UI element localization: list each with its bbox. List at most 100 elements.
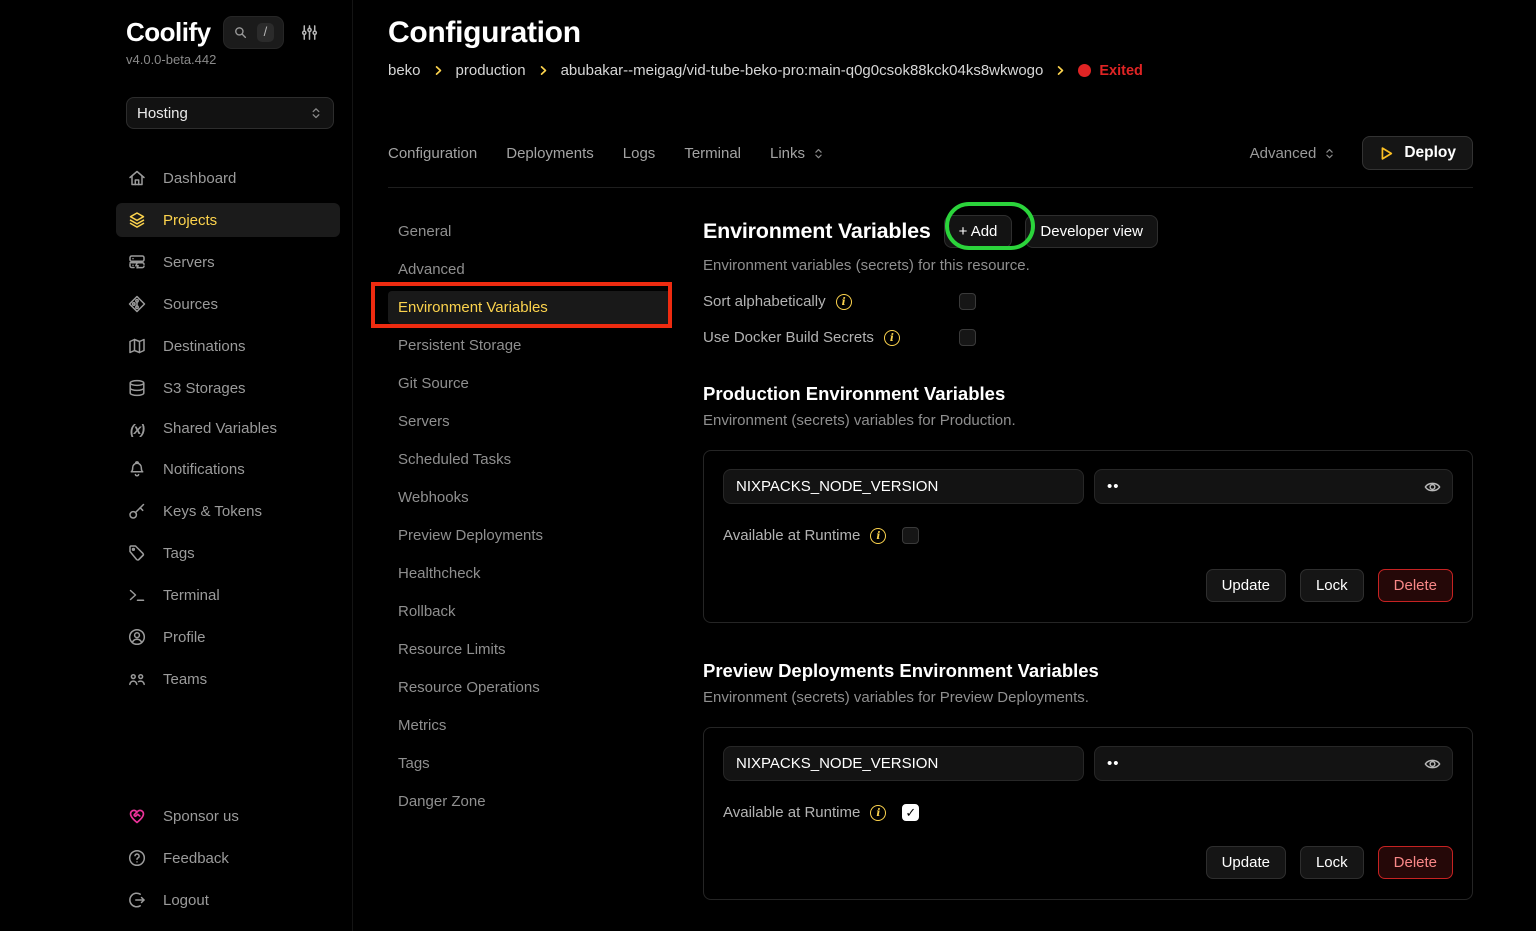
tag-icon: [126, 543, 148, 563]
subnav-item-git-source[interactable]: Git Source: [388, 367, 672, 400]
subnav-item-metrics[interactable]: Metrics: [388, 709, 672, 742]
card-buttons: Update Lock Delete: [723, 846, 1453, 879]
option-label: Use Docker Build Secrets: [703, 329, 959, 346]
advanced-dropdown[interactable]: Advanced: [1250, 145, 1337, 162]
sidebar-item-profile[interactable]: Profile: [116, 620, 340, 654]
sidebar-item-teams[interactable]: Teams: [116, 662, 340, 696]
info-icon: [836, 294, 852, 310]
breadcrumb-environment[interactable]: production: [456, 62, 526, 79]
developer-view-button[interactable]: Developer view: [1025, 215, 1158, 248]
sidebar-item-terminal[interactable]: Terminal: [116, 578, 340, 612]
subnav-item-servers[interactable]: Servers: [388, 405, 672, 438]
help-circle-icon: [126, 848, 148, 868]
server-icon: [126, 252, 148, 272]
available-at-runtime-checkbox[interactable]: [902, 527, 919, 544]
subnav-item-resource-operations[interactable]: Resource Operations: [388, 671, 672, 704]
breadcrumb-resource[interactable]: abubakar--meigag/vid-tube-beko-pro:main-…: [561, 62, 1044, 79]
available-at-runtime-label: Available at Runtime: [723, 804, 860, 821]
chevron-updown-icon: [812, 147, 825, 160]
subnav-item-environment-variables[interactable]: Environment Variables: [388, 291, 672, 324]
sidebar-item-label: Sources: [163, 296, 218, 313]
breadcrumb-team[interactable]: beko: [388, 62, 421, 79]
sidebar-item-notifications[interactable]: Notifications: [116, 452, 340, 486]
env-key-input[interactable]: [723, 746, 1084, 781]
sidebar-item-sponsor-us[interactable]: Sponsor us: [116, 799, 340, 833]
deploy-button[interactable]: Deploy: [1362, 136, 1473, 170]
subnav-item-general[interactable]: General: [388, 215, 672, 248]
delete-button[interactable]: Delete: [1378, 846, 1453, 879]
tab-links[interactable]: Links: [770, 145, 825, 162]
team-select[interactable]: Hosting: [126, 97, 334, 129]
delete-button[interactable]: Delete: [1378, 569, 1453, 602]
subnav-item-scheduled-tasks[interactable]: Scheduled Tasks: [388, 443, 672, 476]
eye-icon: [1423, 477, 1442, 496]
tab-deployments[interactable]: Deployments: [506, 145, 594, 162]
reveal-value-button[interactable]: [1423, 754, 1442, 773]
subnav-item-resource-limits[interactable]: Resource Limits: [388, 633, 672, 666]
content-body: General Advanced Environment Variables P…: [388, 188, 1473, 931]
sidebar-item-label: Tags: [163, 545, 195, 562]
subnav-item-advanced[interactable]: Advanced: [388, 253, 672, 286]
tab-logs[interactable]: Logs: [623, 145, 656, 162]
info-icon: [884, 330, 900, 346]
subnav-item-preview-deployments[interactable]: Preview Deployments: [388, 519, 672, 552]
settings-sliders-button[interactable]: [300, 23, 319, 42]
docker-build-secrets-label: Use Docker Build Secrets: [703, 329, 874, 346]
sidebar-item-logout[interactable]: Logout: [116, 883, 340, 917]
preview-section-subtitle: Environment (secrets) variables for Prev…: [703, 689, 1473, 706]
update-button[interactable]: Update: [1206, 569, 1286, 602]
subnav-item-persistent-storage[interactable]: Persistent Storage: [388, 329, 672, 362]
env-value-input[interactable]: [1094, 469, 1453, 504]
sort-alphabetically-checkbox[interactable]: [959, 293, 976, 310]
heart-handshake-icon: [126, 806, 148, 826]
subnav-item-webhooks[interactable]: Webhooks: [388, 481, 672, 514]
add-variable-button[interactable]: + Add: [944, 215, 1013, 248]
subnav-item-danger-zone[interactable]: Danger Zone: [388, 785, 672, 818]
sidebar-item-s3-storages[interactable]: S3 Storages: [116, 371, 340, 405]
subnav-item-tags[interactable]: Tags: [388, 747, 672, 780]
chevron-updown-icon: [1323, 147, 1336, 160]
tab-configuration[interactable]: Configuration: [388, 145, 477, 162]
sidebar: Coolify / v4.0.0-beta.442 Hosting Dashbo…: [0, 0, 353, 931]
sidebar-item-projects[interactable]: Projects: [116, 203, 340, 237]
sidebar-item-label: Destinations: [163, 338, 246, 355]
tab-terminal[interactable]: Terminal: [684, 145, 741, 162]
search-button[interactable]: /: [223, 16, 285, 49]
sidebar-item-sources[interactable]: Sources: [116, 287, 340, 321]
reveal-value-button[interactable]: [1423, 477, 1442, 496]
card-buttons: Update Lock Delete: [723, 569, 1453, 602]
sidebar-item-label: Keys & Tokens: [163, 503, 262, 520]
sidebar-item-shared-variables[interactable]: Shared Variables: [116, 413, 340, 444]
panel-subtitle: Environment variables (secrets) for this…: [703, 257, 1473, 274]
option-label: Sort alphabetically: [703, 293, 959, 310]
sidebar-item-tags[interactable]: Tags: [116, 536, 340, 570]
sidebar-item-feedback[interactable]: Feedback: [116, 841, 340, 875]
sidebar-item-servers[interactable]: Servers: [116, 245, 340, 279]
available-at-runtime-checkbox[interactable]: [902, 804, 919, 821]
lock-button[interactable]: Lock: [1300, 846, 1364, 879]
sidebar-item-dashboard[interactable]: Dashboard: [116, 161, 340, 195]
update-button[interactable]: Update: [1206, 846, 1286, 879]
variable-icon: [126, 421, 148, 437]
tab-links-label: Links: [770, 145, 805, 162]
map-icon: [126, 336, 148, 356]
subnav-item-rollback[interactable]: Rollback: [388, 595, 672, 628]
lock-button[interactable]: Lock: [1300, 569, 1364, 602]
docker-build-secrets-checkbox[interactable]: [959, 329, 976, 346]
chevron-right-icon: [537, 64, 550, 77]
variable-inputs: [723, 746, 1453, 781]
env-value-input[interactable]: [1094, 746, 1453, 781]
sidebar-item-label: Sponsor us: [163, 808, 239, 825]
subnav-item-healthcheck[interactable]: Healthcheck: [388, 557, 672, 590]
sidebar-item-label: Shared Variables: [163, 420, 277, 437]
available-at-runtime-row: Available at Runtime: [723, 527, 1453, 544]
docker-build-secrets-row: Use Docker Build Secrets: [703, 329, 1473, 346]
sidebar-item-destinations[interactable]: Destinations: [116, 329, 340, 363]
sidebar-item-keys-tokens[interactable]: Keys & Tokens: [116, 494, 340, 528]
production-section-title: Production Environment Variables: [703, 383, 1473, 405]
sidebar-item-label: Servers: [163, 254, 215, 271]
info-icon: [870, 528, 886, 544]
sidebar-item-label: Feedback: [163, 850, 229, 867]
env-key-input[interactable]: [723, 469, 1084, 504]
app-root: Coolify / v4.0.0-beta.442 Hosting Dashbo…: [0, 0, 1536, 931]
